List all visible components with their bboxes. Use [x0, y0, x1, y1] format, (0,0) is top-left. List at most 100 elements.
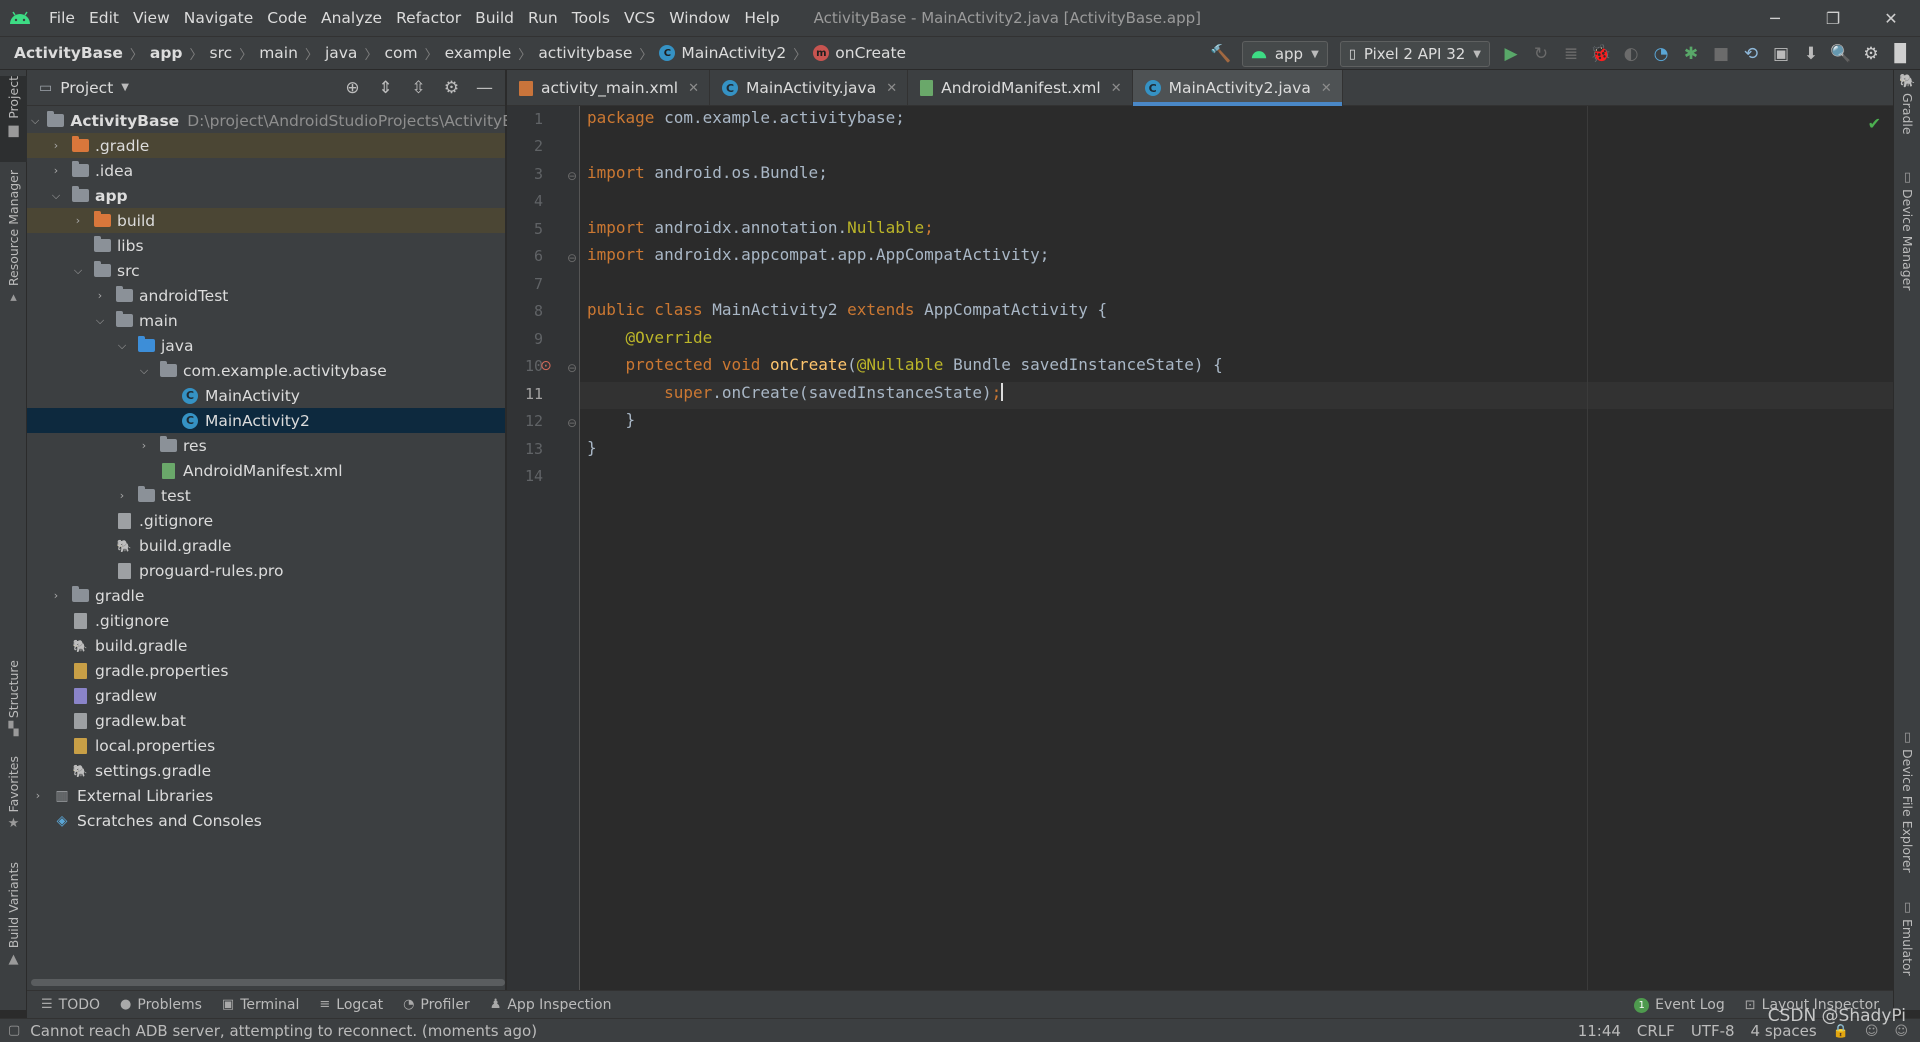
tab-androidmanifest-xml[interactable]: AndroidManifest.xml ✕	[908, 70, 1133, 106]
chevron-down-icon[interactable]: ⌵	[115, 339, 129, 353]
tree-item-gradlew-bat[interactable]: gradlew.bat	[27, 708, 505, 733]
avatar[interactable]: ▉	[1886, 39, 1916, 69]
breadcrumb-project[interactable]: ActivityBase	[14, 44, 123, 62]
menu-edit[interactable]: Edit	[82, 9, 126, 27]
tool-window-gradle[interactable]: 🐘 Gradle	[1894, 74, 1920, 148]
make-project-hammer-icon[interactable]: 🔨	[1206, 39, 1236, 69]
tree-item-local-properties[interactable]: local.properties	[27, 733, 505, 758]
project-view-select[interactable]: Project	[60, 79, 113, 97]
breadcrumb-method[interactable]: m onCreate	[813, 44, 906, 62]
chevron-right-icon[interactable]: ›	[71, 214, 85, 227]
tree-item-project-root[interactable]: ⌵ ActivityBase D:\project\AndroidStudioP…	[27, 108, 540, 133]
chevron-down-icon[interactable]: ⌵	[93, 314, 107, 328]
tree-item-root-gitignore[interactable]: .gitignore	[27, 608, 505, 633]
tool-window-profiler[interactable]: ◔ Profiler	[403, 997, 470, 1013]
close-tab-icon[interactable]: ✕	[1111, 81, 1122, 96]
tree-item-mainactivity[interactable]: › C MainActivity	[27, 383, 505, 408]
menu-file[interactable]: File	[42, 9, 82, 27]
tree-item-external-libraries[interactable]: › ▥ External Libraries	[27, 783, 505, 808]
close-tab-icon[interactable]: ✕	[688, 81, 699, 96]
chevron-right-icon[interactable]: ›	[49, 589, 63, 602]
no-problems-check-icon[interactable]: ✔	[1868, 114, 1881, 133]
tab-mainactivity2-java[interactable]: C MainActivity2.java ✕	[1132, 70, 1343, 106]
tree-item-main[interactable]: ⌵ main	[27, 308, 505, 333]
apply-changes-icon[interactable]: ↻	[1526, 39, 1556, 69]
attach-debugger-icon[interactable]: ✱	[1676, 39, 1706, 69]
tool-window-emulator[interactable]: ▯ Emulator	[1894, 900, 1920, 1000]
fold-icon[interactable]: ⊖	[567, 251, 577, 265]
tab-mainactivity-java[interactable]: C MainActivity.java ✕	[710, 70, 909, 106]
minimize-icon[interactable]: ─	[1746, 0, 1804, 36]
chevron-down-icon[interactable]: ⌵	[31, 114, 39, 128]
menu-refactor[interactable]: Refactor	[389, 9, 468, 27]
tool-window-terminal[interactable]: ▣ Terminal	[222, 997, 299, 1013]
breadcrumb-activitybase[interactable]: activitybase	[538, 44, 632, 62]
tool-window-app-inspection[interactable]: ♟ App Inspection	[490, 997, 612, 1013]
tree-item-manifest[interactable]: › AndroidManifest.xml	[27, 458, 505, 483]
chevron-right-icon[interactable]: ›	[49, 139, 63, 152]
tree-item-scratches[interactable]: ◈ Scratches and Consoles	[27, 808, 505, 833]
tree-item-app-gitignore[interactable]: › .gitignore	[27, 508, 505, 533]
tool-window-event-log[interactable]: 1 Event Log	[1634, 997, 1725, 1013]
locate-file-icon[interactable]: ⊕	[336, 78, 369, 98]
menu-help[interactable]: Help	[737, 9, 786, 27]
chevron-down-icon[interactable]: ⌵	[137, 364, 151, 378]
hide-panel-icon[interactable]: —	[468, 78, 501, 98]
chevron-right-icon[interactable]: ›	[137, 439, 151, 452]
chevron-right-icon[interactable]: ›	[49, 164, 63, 177]
horizontal-scrollbar[interactable]	[31, 979, 505, 986]
tool-window-build-variants[interactable]: Build Variants ▲	[0, 862, 27, 972]
tool-window-todo[interactable]: ☰ TODO	[41, 997, 100, 1013]
breadcrumb-com[interactable]: com	[384, 44, 417, 62]
device-manager-icon[interactable]: ▣	[1766, 39, 1796, 69]
run-icon[interactable]: ▶	[1496, 39, 1526, 69]
tree-item-gradle-dir[interactable]: › .gradle	[27, 133, 505, 158]
breadcrumb-main[interactable]: main	[259, 44, 298, 62]
tab-activity-main-xml[interactable]: activity_main.xml ✕	[507, 70, 711, 106]
breadcrumb-example[interactable]: example	[445, 44, 512, 62]
run-config-select[interactable]: app ▼	[1241, 41, 1328, 67]
tree-item-gradle-folder[interactable]: › gradle	[27, 583, 505, 608]
menu-navigate[interactable]: Navigate	[177, 9, 261, 27]
debug-icon[interactable]: 🐞	[1586, 39, 1616, 69]
gear-icon[interactable]: ⚙	[435, 78, 468, 98]
tree-item-app-build-gradle[interactable]: › 🐘 build.gradle	[27, 533, 505, 558]
apply-code-changes-icon[interactable]: ≣	[1556, 39, 1586, 69]
chevron-down-icon[interactable]: ⌵	[71, 264, 85, 278]
collapse-all-icon[interactable]: ⇳	[402, 78, 435, 98]
restore-icon[interactable]: ❐	[1804, 0, 1862, 36]
menu-code[interactable]: Code	[260, 9, 314, 27]
close-tab-icon[interactable]: ✕	[1321, 81, 1332, 96]
sdk-manager-icon[interactable]: ⬇	[1796, 39, 1826, 69]
tree-item-proguard[interactable]: › proguard-rules.pro	[27, 558, 505, 583]
menu-analyze[interactable]: Analyze	[314, 9, 389, 27]
tool-window-favorites[interactable]: Favorites ★	[0, 756, 27, 836]
line-separator[interactable]: CRLF	[1637, 1022, 1675, 1040]
tree-item-mainactivity2[interactable]: › C MainActivity2	[27, 408, 505, 433]
menu-window[interactable]: Window	[662, 9, 737, 27]
breadcrumb-src[interactable]: src	[210, 44, 233, 62]
device-select[interactable]: ▯ Pixel 2 API 32 ▼	[1339, 41, 1490, 67]
close-tab-icon[interactable]: ✕	[886, 81, 897, 96]
caret-position[interactable]: 11:44	[1578, 1022, 1621, 1040]
stop-icon[interactable]: ■	[1706, 39, 1736, 69]
tool-window-project[interactable]: Project ▆	[0, 76, 27, 162]
sync-gradle-icon[interactable]: ⟲	[1736, 39, 1766, 69]
menu-run[interactable]: Run	[521, 9, 565, 27]
tool-window-device-manager[interactable]: ▯ Device Manager	[1894, 170, 1920, 310]
tree-item-app[interactable]: ⌵ app	[27, 183, 505, 208]
tree-item-package[interactable]: ⌵ com.example.activitybase	[27, 358, 505, 383]
menu-vcs[interactable]: VCS	[617, 9, 662, 27]
editor-gutter[interactable]: 1 2 3 4 5 6 7 8 9 10 11 12 13 14 ⊖ ⊖ ⊙ ⊖…	[507, 106, 580, 990]
tree-item-settings-gradle[interactable]: 🐘 settings.gradle	[27, 758, 505, 783]
tree-item-androidtest[interactable]: › androidTest	[27, 283, 505, 308]
tree-item-gradle-properties[interactable]: gradle.properties	[27, 658, 505, 683]
chevron-down-icon[interactable]: ⌵	[49, 189, 63, 203]
tool-window-resource-manager[interactable]: Resource Manager ▴	[0, 170, 27, 310]
search-icon[interactable]: 🔍	[1826, 39, 1856, 69]
tree-item-gradlew[interactable]: gradlew	[27, 683, 505, 708]
tree-item-build[interactable]: › build	[27, 208, 505, 233]
breadcrumb-java[interactable]: java	[325, 44, 357, 62]
breadcrumb-class[interactable]: C MainActivity2	[659, 44, 786, 62]
fold-icon[interactable]: ⊖	[567, 416, 577, 430]
